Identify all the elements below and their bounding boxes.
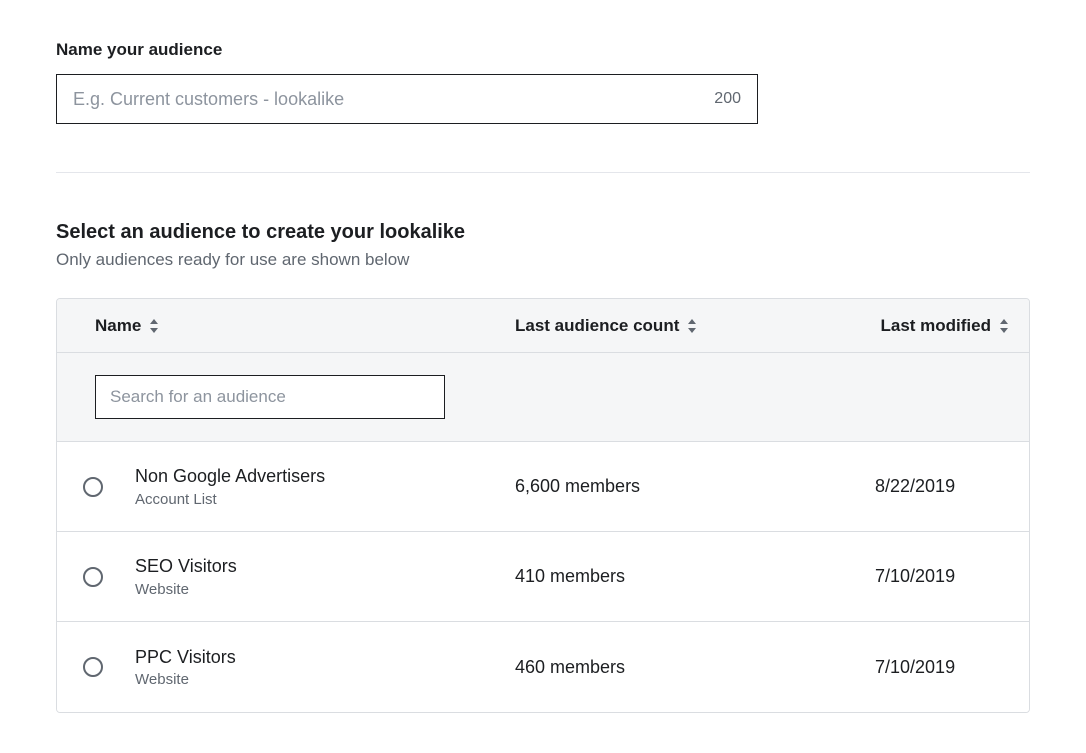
audience-name: PPC Visitors: [135, 646, 515, 669]
audience-type: Website: [135, 671, 515, 688]
column-header-count[interactable]: Last audience count: [515, 316, 825, 336]
sort-icon: [999, 319, 1009, 333]
radio-cell: [83, 567, 135, 587]
table-header-row: Name Last audience count Last modified: [57, 299, 1029, 353]
radio-button[interactable]: [83, 477, 103, 497]
column-header-modified[interactable]: Last modified: [825, 316, 1009, 336]
table-row[interactable]: Non Google Advertisers Account List 6,60…: [57, 442, 1029, 532]
select-audience-section: Select an audience to create your lookal…: [56, 221, 1030, 713]
column-header-name[interactable]: Name: [95, 316, 515, 336]
column-header-modified-label: Last modified: [880, 316, 991, 336]
radio-cell: [83, 477, 135, 497]
name-cell: SEO Visitors Website: [135, 555, 515, 597]
count-cell: 6,600 members: [515, 476, 825, 497]
name-cell: PPC Visitors Website: [135, 646, 515, 688]
search-row: [57, 353, 1029, 442]
audience-type: Account List: [135, 491, 515, 508]
audience-name: Non Google Advertisers: [135, 465, 515, 488]
name-input-container[interactable]: 200: [56, 74, 758, 124]
audience-table: Name Last audience count Last modified: [56, 298, 1030, 713]
count-cell: 410 members: [515, 566, 825, 587]
search-input[interactable]: [95, 375, 445, 419]
name-audience-label: Name your audience: [56, 40, 1030, 60]
radio-button[interactable]: [83, 657, 103, 677]
name-audience-section: Name your audience 200: [56, 40, 1030, 124]
sort-icon: [687, 319, 697, 333]
table-row[interactable]: SEO Visitors Website 410 members 7/10/20…: [57, 532, 1029, 622]
column-header-name-label: Name: [95, 316, 141, 336]
audience-type: Website: [135, 581, 515, 598]
modified-cell: 7/10/2019: [825, 657, 1009, 678]
count-cell: 460 members: [515, 657, 825, 678]
audience-name-input[interactable]: [73, 89, 704, 110]
divider: [56, 172, 1030, 173]
select-subheading: Only audiences ready for use are shown b…: [56, 250, 1030, 270]
radio-cell: [83, 657, 135, 677]
audience-name: SEO Visitors: [135, 555, 515, 578]
modified-cell: 7/10/2019: [825, 566, 1009, 587]
table-row[interactable]: PPC Visitors Website 460 members 7/10/20…: [57, 622, 1029, 712]
column-header-count-label: Last audience count: [515, 316, 679, 336]
name-cell: Non Google Advertisers Account List: [135, 465, 515, 507]
sort-icon: [149, 319, 159, 333]
select-heading: Select an audience to create your lookal…: [56, 221, 1030, 244]
modified-cell: 8/22/2019: [825, 476, 1009, 497]
radio-button[interactable]: [83, 567, 103, 587]
char-count: 200: [714, 90, 741, 108]
